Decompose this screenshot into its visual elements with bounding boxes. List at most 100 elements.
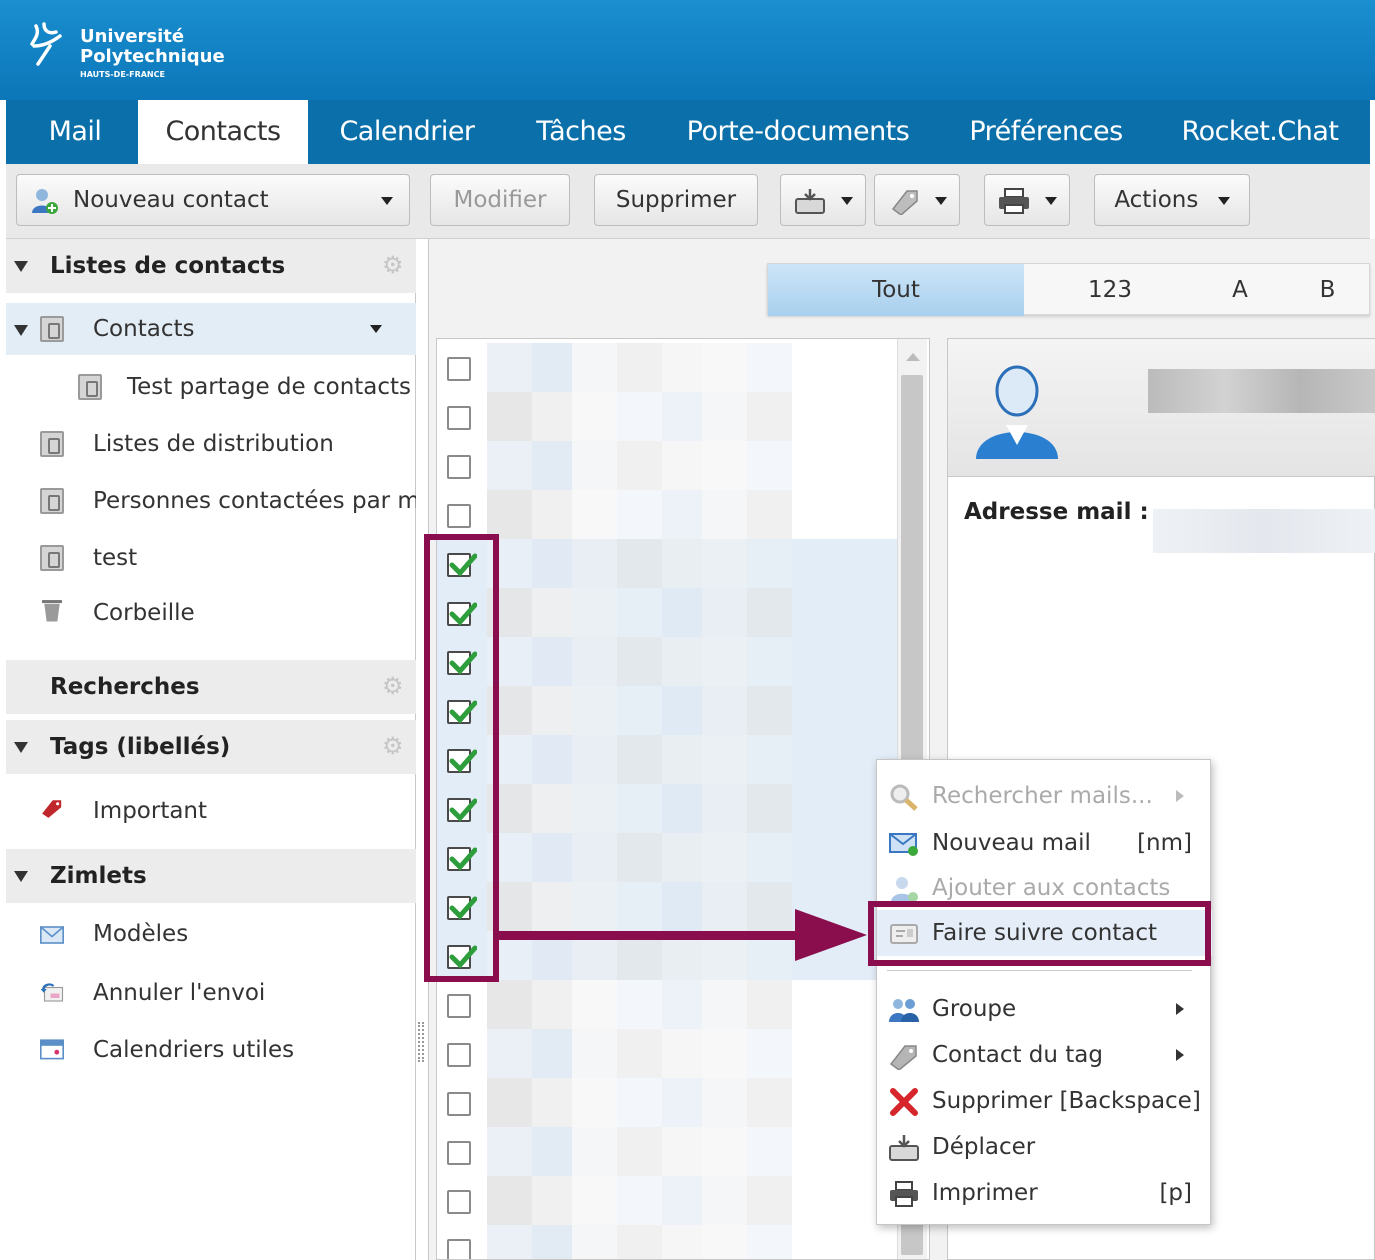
collapse-triangle-icon[interactable] [14, 742, 28, 753]
redacted-name-block [747, 833, 792, 882]
menu-item-new-mail[interactable]: Nouveau mail [nm] [877, 820, 1212, 866]
tag-icon [42, 800, 62, 818]
gear-icon[interactable]: ⚙ [382, 252, 408, 278]
filter-all[interactable]: Tout [768, 264, 1024, 316]
sidebar-item-trash[interactable]: Corbeille [6, 587, 416, 639]
group-icon [889, 999, 919, 1022]
contact-row[interactable] [437, 392, 897, 441]
new-contact-button[interactable]: Nouveau contact [16, 174, 410, 226]
redacted-name-block [662, 784, 702, 833]
tab-contacts[interactable]: Contacts [138, 100, 308, 164]
redacted-name-block [487, 490, 532, 539]
contact-row[interactable] [437, 735, 897, 784]
sidebar-item-label: Personnes contactées par m [93, 488, 416, 514]
contact-row[interactable] [437, 686, 897, 735]
collapse-triangle-icon[interactable] [14, 261, 28, 272]
row-checkbox[interactable] [447, 406, 471, 430]
menu-item-tag-contact[interactable]: Contact du tag [877, 1032, 1212, 1078]
chevron-down-icon [1217, 196, 1230, 205]
splitter-handle[interactable] [418, 1022, 424, 1062]
edit-button[interactable]: Modifier [430, 174, 570, 226]
contact-row[interactable] [437, 539, 897, 588]
sidebar-item-test[interactable]: test [6, 532, 416, 584]
new-contact-label: Nouveau contact [73, 187, 269, 213]
scroll-up-arrow-icon[interactable] [906, 353, 920, 361]
menu-item-print[interactable]: Imprimer [p] [877, 1170, 1212, 1216]
envelope-icon [40, 926, 64, 944]
actions-button[interactable]: Actions [1094, 174, 1250, 226]
redacted-name-block [702, 1225, 747, 1259]
sidebar-item-contacts[interactable]: Contacts [6, 303, 416, 355]
sidebar-item-templates[interactable]: Modèles [6, 908, 416, 960]
tag-button[interactable] [874, 174, 960, 226]
row-checkbox[interactable] [447, 1092, 471, 1116]
menu-item-search-mails[interactable]: Rechercher mails... [877, 773, 1212, 819]
contact-row[interactable] [437, 1176, 897, 1225]
row-checkbox[interactable] [447, 994, 471, 1018]
redacted-name-block [487, 1225, 532, 1259]
filter-123[interactable]: 123 [1024, 264, 1196, 316]
row-checkbox[interactable] [447, 1239, 471, 1259]
chevron-down-icon[interactable] [370, 325, 382, 333]
delete-button[interactable]: Supprimer [594, 174, 758, 226]
redacted-name-block [572, 539, 617, 588]
contact-row[interactable] [437, 784, 897, 833]
menu-item-label: Supprimer [Backspace] [932, 1088, 1201, 1114]
section-header-searches[interactable]: Recherches ⚙ [6, 660, 416, 714]
collapse-triangle-icon[interactable] [14, 871, 28, 882]
tab-calendrier[interactable]: Calendrier [332, 100, 482, 164]
menu-item-group[interactable]: Groupe [877, 986, 1212, 1032]
contact-row[interactable] [437, 343, 897, 392]
sidebar-item-important[interactable]: Important [6, 785, 416, 837]
contact-row[interactable] [437, 490, 897, 539]
print-button[interactable] [984, 174, 1070, 226]
row-checkbox[interactable] [447, 1141, 471, 1165]
menu-item-move[interactable]: Déplacer [877, 1124, 1212, 1170]
contact-row[interactable] [437, 1225, 897, 1259]
tab-rocket-chat[interactable]: Rocket.Chat [1174, 100, 1346, 164]
filter-a[interactable]: A [1196, 264, 1284, 316]
sidebar-item-distribution-lists[interactable]: Listes de distribution [6, 418, 416, 470]
sidebar-item-emailed-contacts[interactable]: Personnes contactées par m [6, 475, 416, 527]
filter-b[interactable]: B [1284, 264, 1371, 316]
sidebar-item-useful-calendars[interactable]: Calendriers utiles [6, 1024, 416, 1076]
collapse-triangle-icon[interactable] [14, 325, 28, 336]
row-checkbox[interactable] [447, 1190, 471, 1214]
contact-row[interactable] [437, 441, 897, 490]
contact-row[interactable] [437, 980, 897, 1029]
contact-row[interactable] [437, 833, 897, 882]
redacted-name-block [747, 588, 792, 637]
contact-row[interactable] [437, 637, 897, 686]
redacted-name-block [662, 588, 702, 637]
gear-icon[interactable]: ⚙ [382, 733, 408, 759]
section-header-zimlets[interactable]: Zimlets [6, 849, 416, 903]
tab-preferences[interactable]: Préférences [961, 100, 1131, 164]
row-checkbox[interactable] [447, 357, 471, 381]
redacted-name-block [617, 1176, 662, 1225]
sidebar-item-undo-send[interactable]: Annuler l'envoi [6, 967, 416, 1019]
row-checkbox[interactable] [447, 1043, 471, 1067]
chevron-down-icon[interactable] [381, 197, 393, 205]
redacted-name-block [702, 392, 747, 441]
contact-row[interactable] [437, 1078, 897, 1127]
contact-row[interactable] [437, 588, 897, 637]
contact-row[interactable] [437, 1029, 897, 1078]
redacted-name-block [487, 980, 532, 1029]
move-button[interactable] [780, 174, 866, 226]
redacted-name-block [532, 1176, 572, 1225]
menu-item-delete[interactable]: Supprimer [Backspace] [877, 1078, 1212, 1124]
tab-porte-documents[interactable]: Porte-documents [678, 100, 918, 164]
row-checkbox[interactable] [447, 455, 471, 479]
search-icon [890, 784, 918, 811]
redacted-name-block [532, 1225, 572, 1259]
row-checkbox[interactable] [447, 504, 471, 528]
section-header-tags[interactable]: Tags (libellés) ⚙ [6, 720, 416, 774]
menu-item-label: Déplacer [932, 1134, 1036, 1160]
sidebar-item-label: Important [93, 798, 208, 824]
gear-icon[interactable]: ⚙ [382, 673, 408, 699]
contact-row[interactable] [437, 1127, 897, 1176]
section-header-contact-lists[interactable]: Listes de contacts ⚙ [6, 239, 416, 293]
tab-mail[interactable]: Mail [30, 100, 120, 164]
sidebar-item-test-partage[interactable]: Test partage de contacts [6, 361, 416, 413]
tab-taches[interactable]: Tâches [526, 100, 636, 164]
